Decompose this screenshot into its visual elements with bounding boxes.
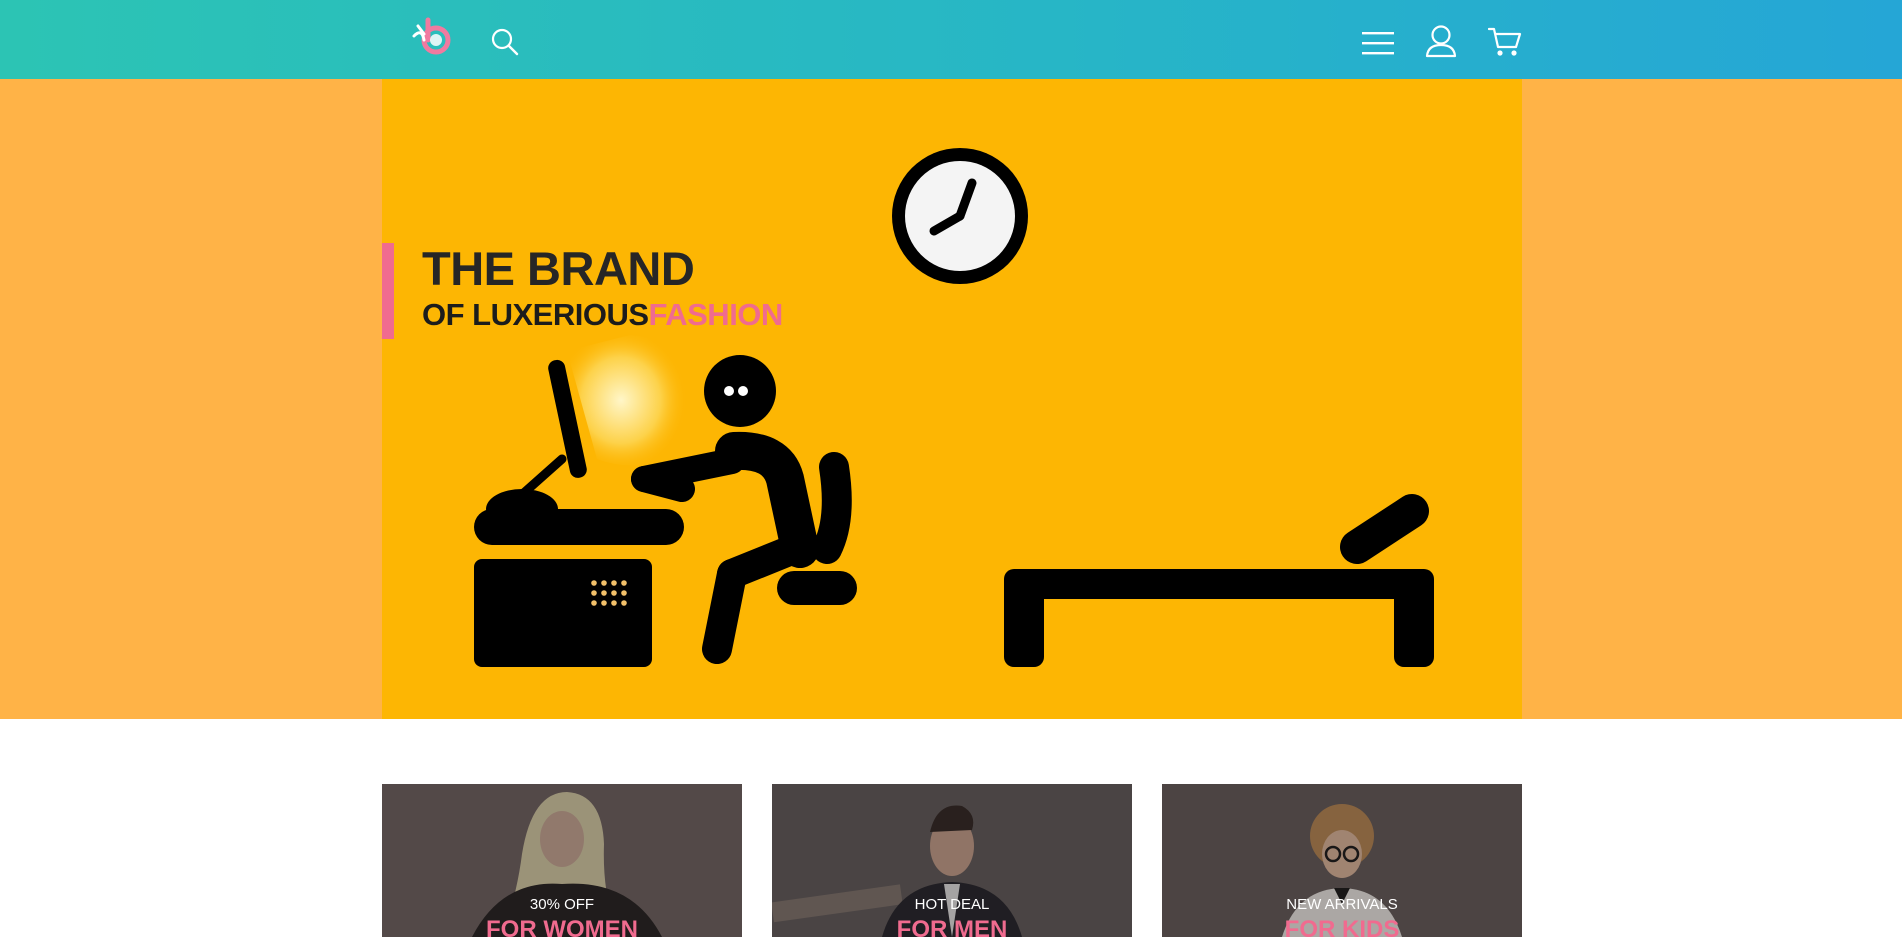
user-icon[interactable] [1425,24,1457,58]
category-tag: HOT DEAL [914,896,990,913]
hero-illustration [474,148,1434,667]
site-header [0,0,1902,79]
card-overlay [772,784,1132,937]
bed-icon [1004,494,1434,667]
hero-title: THE BRAND [422,242,695,295]
card-overlay [382,784,742,937]
card-overlay [1162,784,1522,937]
hero-subtitle-accent: FASHION [648,297,784,332]
category-cards: 30% OFF FOR WOMEN HOT DEAL FOR MEN NEW A… [382,784,1522,937]
category-title[interactable]: FOR WOMEN [382,916,742,937]
category-card-men[interactable]: HOT DEAL FOR MEN [772,784,1132,937]
category-title[interactable]: FOR KIDS [1162,916,1522,937]
category-card-women[interactable]: 30% OFF FOR WOMEN [382,784,742,937]
category-title[interactable]: FOR MEN [772,916,1132,937]
menu-icon[interactable] [1361,30,1395,58]
hero-subtitle-main: OF LUXERIOUS [422,297,649,332]
category-card-kids[interactable]: NEW ARRIVALS FOR KIDS [1162,784,1522,937]
header-inner [382,0,1522,79]
cart-icon[interactable] [1487,25,1522,59]
brand-logo[interactable] [410,14,458,62]
category-tag: NEW ARRIVALS [1286,896,1398,913]
category-tag: 30% OFF [529,896,595,913]
clock-icon [892,148,1028,284]
hero-headline: THE BRAND OF LUXERIOUSFASHION [382,243,783,339]
hero-subtitle: OF LUXERIOUSFASHION [422,295,783,335]
hero-banner: THE BRAND OF LUXERIOUSFASHION [0,79,1902,719]
hero-slide[interactable]: THE BRAND OF LUXERIOUSFASHION [382,79,1522,719]
search-icon[interactable] [490,26,520,58]
